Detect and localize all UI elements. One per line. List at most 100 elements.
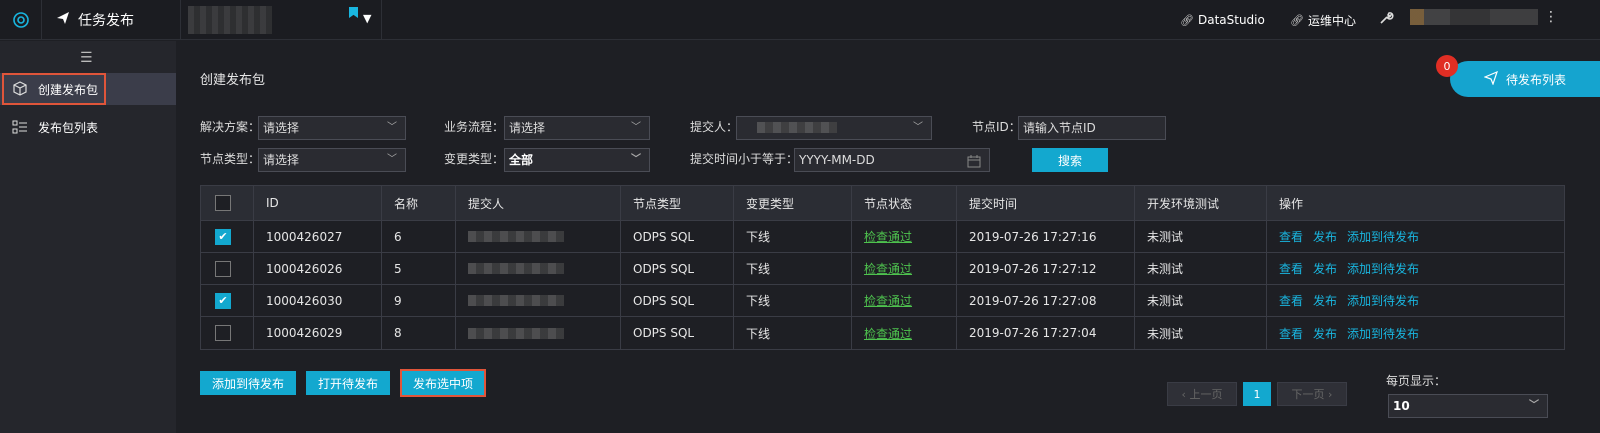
cell-name: 5	[382, 253, 456, 284]
row-checkbox[interactable]	[215, 260, 231, 277]
chevron-down-icon: ﹀	[631, 122, 641, 133]
node-type-label: 节点类型：	[200, 152, 261, 166]
add-to-pending-link[interactable]: 添加到待发布	[1347, 325, 1419, 342]
more-vertical-icon[interactable]: ⋮	[1544, 9, 1558, 25]
col-header-id[interactable]: ID	[254, 186, 382, 220]
cell-id: 1000426030	[254, 285, 382, 316]
col-header-actions: 操作	[1279, 196, 1304, 211]
cell-name: 9	[382, 285, 456, 316]
col-header-dev-test[interactable]: 开发环境测试	[1135, 186, 1267, 220]
submit-time-label: 提交时间小于等于：	[690, 152, 799, 166]
flow-label: 业务流程：	[444, 120, 505, 134]
page-title: 创建发布包	[200, 73, 266, 88]
add-to-pending-button[interactable]: 添加到待发布	[200, 371, 296, 395]
col-header-node-type[interactable]: 节点类型	[621, 186, 734, 220]
cell-submitter	[456, 285, 621, 316]
search-button[interactable]: 搜索	[1032, 148, 1108, 172]
publish-link[interactable]: 发布	[1313, 260, 1337, 277]
publish-selected-button[interactable]: 发布选中项	[400, 369, 486, 397]
page-number[interactable]: 1	[1243, 382, 1271, 406]
cell-submit-time: 2019-07-26 17:27:16	[957, 221, 1135, 252]
solution-label: 解决方案：	[200, 120, 261, 134]
calendar-icon[interactable]	[967, 153, 981, 175]
cell-id: 1000426029	[254, 317, 382, 349]
table-row: 1000426026 5 ODPS SQL 下线 检查通过 2019-07-26…	[201, 253, 1564, 285]
cell-id: 1000426027	[254, 221, 382, 252]
ops-center-link-label: 运维中心	[1307, 13, 1356, 28]
prev-page-button[interactable]: ‹ 上一页	[1167, 382, 1237, 406]
node-id-input[interactable]: 请输入节点ID	[1018, 116, 1166, 140]
table-row: ✔ 1000426027 6 ODPS SQL 下线 检查通过 2019-07-…	[201, 221, 1564, 253]
logo-icon[interactable]	[0, 0, 42, 40]
per-page-select[interactable]: 10 ﹀	[1388, 394, 1548, 418]
submitter-select[interactable]: ﹀	[736, 116, 932, 140]
next-page-label: 下一页	[1291, 388, 1325, 401]
change-type-select[interactable]: 全部 ﹀	[504, 148, 650, 172]
cell-change-type: 下线	[734, 285, 852, 316]
project-selector-blurred[interactable]	[188, 6, 272, 34]
pending-list-button[interactable]: 0 待发布列表	[1436, 55, 1600, 97]
view-link[interactable]: 查看	[1279, 260, 1303, 277]
col-header-status[interactable]: 节点状态	[852, 186, 957, 220]
solution-select[interactable]: 请选择 ﹀	[258, 116, 406, 140]
cell-status: 检查通过	[852, 221, 957, 252]
add-to-pending-link[interactable]: 添加到待发布	[1347, 292, 1419, 309]
table-header-row: ID 名称 提交人 节点类型 变更类型 节点状态 提交时间 开发环境测试 操作	[201, 186, 1564, 221]
user-avatar-blurred[interactable]	[1410, 9, 1538, 25]
cell-dev-test: 未测试	[1135, 221, 1267, 252]
submitter-blurred	[757, 122, 837, 133]
cell-actions: 查看 发布 添加到待发布	[1267, 317, 1565, 349]
status-link[interactable]: 检查通过	[864, 260, 912, 277]
prev-page-label: 上一页	[1189, 388, 1223, 401]
change-type-select-value: 全部	[509, 153, 534, 167]
datastudio-link[interactable]: 🔗︎ DataStudio	[1180, 0, 1265, 40]
col-header-name[interactable]: 名称	[382, 186, 456, 220]
flow-select[interactable]: 请选择 ﹀	[504, 116, 650, 140]
add-to-pending-link[interactable]: 添加到待发布	[1347, 260, 1419, 277]
open-pending-button[interactable]: 打开待发布	[306, 371, 390, 395]
cell-submitter	[456, 317, 621, 349]
menu-toggle-icon[interactable]: ☰	[80, 50, 93, 66]
pending-count-badge: 0	[1436, 55, 1458, 77]
row-checkbox[interactable]: ✔	[215, 292, 231, 309]
add-to-pending-link[interactable]: 添加到待发布	[1347, 228, 1419, 245]
chevron-down-icon[interactable]: ▼	[363, 12, 371, 25]
submitter-blurred	[468, 327, 564, 339]
view-link[interactable]: 查看	[1279, 292, 1303, 309]
table-row: 1000426029 8 ODPS SQL 下线 检查通过 2019-07-26…	[201, 317, 1564, 349]
publish-link[interactable]: 发布	[1313, 292, 1337, 309]
status-link[interactable]: 检查通过	[864, 292, 912, 309]
status-link[interactable]: 检查通过	[864, 325, 912, 342]
view-link[interactable]: 查看	[1279, 228, 1303, 245]
chevron-down-icon: ﹀	[387, 122, 397, 133]
chevron-right-icon: ›	[1324, 387, 1333, 401]
row-checkbox[interactable]	[215, 325, 231, 341]
results-table: ID 名称 提交人 节点类型 变更类型 节点状态 提交时间 开发环境测试 操作 …	[200, 185, 1565, 350]
next-page-button[interactable]: 下一页 ›	[1277, 382, 1347, 406]
row-checkbox[interactable]: ✔	[215, 228, 231, 245]
table-row: ✔ 1000426030 9 ODPS SQL 下线 检查通过 2019-07-…	[201, 285, 1564, 317]
view-link[interactable]: 查看	[1279, 325, 1303, 342]
node-type-select[interactable]: 请选择 ﹀	[258, 148, 406, 172]
cell-status: 检查通过	[852, 317, 957, 349]
node-type-select-value: 请选择	[263, 153, 300, 167]
ops-center-link[interactable]: 🔗︎ 运维中心	[1290, 0, 1356, 40]
list-icon	[12, 119, 28, 135]
publish-link[interactable]: 发布	[1313, 325, 1337, 342]
cell-dev-test: 未测试	[1135, 253, 1267, 284]
select-all-checkbox[interactable]	[215, 195, 231, 211]
publish-link[interactable]: 发布	[1313, 228, 1337, 245]
sidebar-item-package-list[interactable]: 发布包列表	[0, 111, 176, 143]
submit-time-input[interactable]: YYYY-MM-DD	[794, 148, 990, 172]
per-page-value: 10	[1393, 399, 1410, 413]
link-icon: 🔗︎	[1290, 13, 1304, 27]
col-header-change-type[interactable]: 变更类型	[734, 186, 852, 220]
sidebar-item-create-package[interactable]: 创建发布包	[0, 73, 176, 105]
bookmark-icon[interactable]	[349, 7, 358, 18]
col-header-submitter[interactable]: 提交人	[456, 186, 621, 220]
status-link[interactable]: 检查通过	[864, 228, 912, 245]
cell-dev-test: 未测试	[1135, 317, 1267, 349]
wrench-icon[interactable]	[1378, 10, 1394, 30]
chevron-down-icon: ﹀	[387, 154, 397, 165]
col-header-submit-time[interactable]: 提交时间	[957, 186, 1135, 220]
